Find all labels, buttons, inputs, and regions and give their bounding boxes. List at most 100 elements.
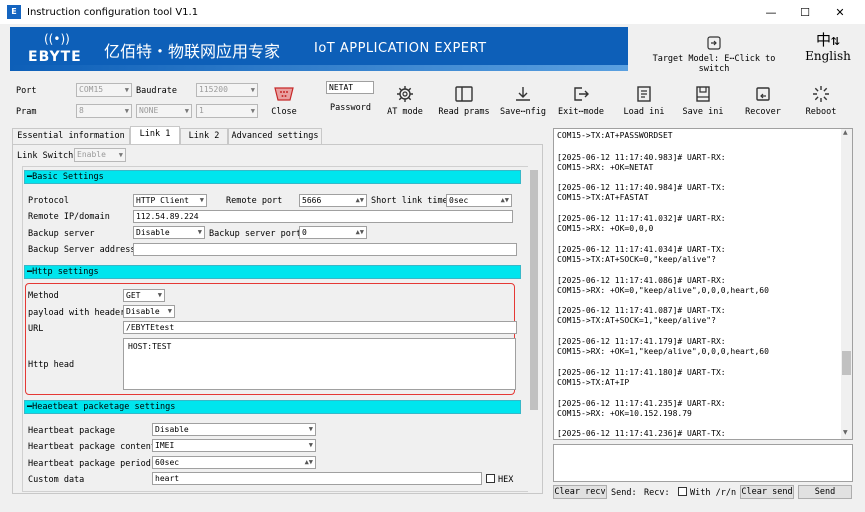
exit-icon [574,87,589,101]
custom-data-input[interactable]: heart [152,472,482,485]
send-button[interactable]: Send [798,485,852,499]
cn-slogan: 亿佰特・物联网应用专家 [104,42,281,61]
log-entry: COM15->TX:AT+PASSWORDSET [557,131,673,140]
remote-port-label: Remote port [226,196,283,206]
close-icon: ✕ [835,5,845,19]
heartbeat-content-select[interactable]: IMEI ▼ [152,439,316,452]
scrollbar-thumb[interactable] [530,170,538,410]
log-entry: [2025-06-12 11:17:41.087]# UART-TX: COM15… [557,306,726,325]
clear-send-button[interactable]: Clear send [740,485,794,499]
protocol-select[interactable]: HTTP Client ▼ [133,194,207,207]
port-select[interactable]: COM15 ▼ [76,83,132,97]
reboot-button[interactable]: Reboot [802,84,840,117]
tab-essential-information[interactable]: Essential information [12,128,130,144]
backup-port-label: Backup server port [209,229,302,239]
gear-icon [397,86,413,102]
app-window: E Instruction configuration tool V1.1 — … [0,0,865,512]
method-label: Method [28,291,59,301]
tab-link-2[interactable]: Link 2 [180,128,228,144]
remote-ip-input[interactable]: 112.54.89.224 [133,210,513,223]
title-bar: E Instruction configuration tool V1.1 [0,0,865,24]
recover-button[interactable]: Recover [742,84,784,117]
parity-select[interactable]: NONE ▼ [136,104,192,118]
language-button[interactable]: 中⇅ English [798,31,858,63]
link-switch-label: Link Switch [17,151,74,161]
short-link-input[interactable]: 0sec ▲▼ [446,194,512,207]
custom-data-label: Custom data [28,475,85,485]
tab-link-1[interactable]: Link 1 [130,126,180,144]
http-settings-header: ━Http settings [24,265,521,279]
language-icon: 中⇅ [815,31,841,49]
remote-ip-label: Remote IP/domain [28,212,110,222]
backup-server-label: Backup server [28,229,95,239]
minimize-icon: — [765,5,777,19]
settings-scrollbar[interactable] [528,166,540,492]
scroll-down-icon[interactable]: ▼ [843,429,848,436]
pram-label: Pram [16,107,37,117]
with-rn-label: With /r/n [690,488,737,498]
tab-advanced-settings[interactable]: Advanced settings [228,128,322,144]
at-mode-button[interactable]: AT mode [385,84,425,117]
minimize-button[interactable]: — [754,0,788,24]
backup-server-select[interactable]: Disable ▼ [133,226,205,239]
brand-banner: ((•)) EBYTE 亿佰特・物联网应用专家 IoT APPLICATION … [10,27,628,71]
send-label: Send: [611,488,637,498]
exit-mode-button[interactable]: Exit⋯mode [556,84,606,117]
backup-address-input[interactable] [133,243,517,256]
wifi-icon: ((•)) [44,32,70,46]
backup-port-input[interactable]: 0 ▲▼ [299,226,367,239]
backup-address-label: Backup Server address [28,245,136,255]
serial-port-icon [274,87,294,101]
method-select[interactable]: GET ▼ [123,289,165,302]
payload-header-select[interactable]: Disable ▼ [123,305,175,318]
databits-select[interactable]: 8 ▼ [76,104,132,118]
window-title: Instruction configuration tool V1.1 [27,6,199,18]
short-link-label: Short link time [371,196,448,206]
send-input[interactable] [553,444,853,482]
link-switch-select[interactable]: Enable ▼ [74,148,126,162]
read-prams-button[interactable]: Read prams [438,84,490,117]
clear-recv-button[interactable]: Clear recv [553,485,607,499]
save-ini-button[interactable]: Save ini [682,84,724,117]
spinner-icon [813,86,829,102]
baudrate-label: Baudrate [136,86,177,96]
with-rn-checkbox[interactable] [678,487,687,496]
recover-icon [756,87,770,101]
banner-stripe [10,65,628,71]
log-entry: [2025-06-12 11:17:41.086]# UART-RX: COM15… [557,276,769,295]
en-slogan: IoT APPLICATION EXPERT [314,41,487,56]
panel-icon [455,86,473,102]
url-input[interactable]: /EBYTEtest [123,321,517,334]
stopbits-select[interactable]: 1 ▼ [196,104,258,118]
password-input[interactable]: NETAT [326,81,374,94]
log-scrollbar-thumb[interactable] [842,351,851,375]
log-output[interactable]: COM15->TX:AT+PASSWORDSET [2025-06-12 11:… [553,128,853,440]
log-entry: [2025-06-12 11:17:41.180]# UART-TX: COM15… [557,368,726,387]
heartbeat-content-label: Heartbeat package content [28,442,156,452]
download-icon [516,87,530,101]
http-head-textarea[interactable]: HOST:TEST [123,338,516,390]
log-entry: [2025-06-12 11:17:41.179]# UART-RX: COM15… [557,337,769,356]
close-port-button[interactable]: Close [264,84,304,117]
remote-port-input[interactable]: 5666 ▲▼ [299,194,367,207]
hex-label: HEX [498,475,514,485]
heartbeat-period-input[interactable]: 60sec ▲▼ [152,456,316,469]
log-entry: [2025-06-12 11:17:41.034]# UART-TX: COM15… [557,245,726,264]
baudrate-select[interactable]: 115200 ▼ [196,83,258,97]
scroll-up-icon[interactable]: ▲ [843,129,848,136]
password-label: Password [330,103,371,113]
target-model-button[interactable]: Target Model: E⋯Click to switch [638,31,790,74]
switch-icon [707,36,721,50]
save-config-button[interactable]: Save⋯nfig [498,84,548,117]
app-icon: E [7,5,21,19]
heartbeat-package-select[interactable]: Disable ▼ [152,423,316,436]
heartbeat-period-label: Heartbeat package period [28,459,151,469]
close-window-button[interactable]: ✕ [823,0,857,24]
hex-checkbox[interactable] [486,474,495,483]
maximize-button[interactable]: ☐ [788,0,822,24]
payload-header-label: payload with header [28,308,126,318]
recv-label: Recv: [644,488,670,498]
load-ini-button[interactable]: Load ini [622,84,666,117]
heartbeat-package-label: Heartbeat package [28,426,115,436]
log-scrollbar[interactable]: ▲ ▼ [841,129,852,439]
